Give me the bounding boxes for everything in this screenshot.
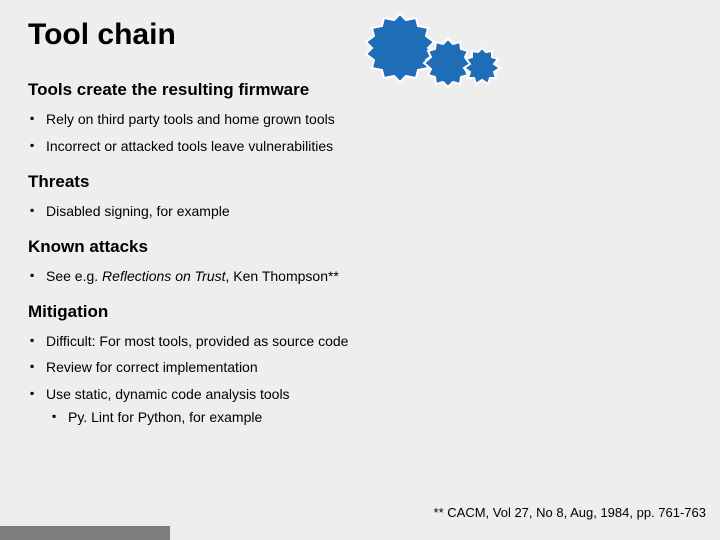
bullet-list: Rely on third party tools and home grown… (28, 106, 692, 160)
bullet-item: Review for correct implementation (28, 354, 692, 381)
footer-bar (0, 526, 170, 540)
section-heading: Known attacks (28, 237, 692, 257)
bullet-item: Incorrect or attacked tools leave vulner… (28, 133, 692, 160)
bullet-list: Difficult: For most tools, provided as s… (28, 328, 692, 434)
bullet-text-post: , Ken Thompson** (226, 268, 339, 284)
bullet-list: Disabled signing, for example (28, 198, 692, 225)
section-heading: Mitigation (28, 302, 692, 322)
section-heading: Threats (28, 172, 692, 192)
slide-title: Tool chain (28, 18, 692, 52)
bullet-item: See e.g. Reflections on Trust, Ken Thomp… (28, 263, 692, 290)
bullet-item: Disabled signing, for example (28, 198, 692, 225)
bullet-item: Difficult: For most tools, provided as s… (28, 328, 692, 355)
bullet-item: Rely on third party tools and home grown… (28, 106, 692, 133)
bullet-text-italic: Reflections on Trust (102, 268, 225, 284)
bullet-list: See e.g. Reflections on Trust, Ken Thomp… (28, 263, 692, 290)
footnote: ** CACM, Vol 27, No 8, Aug, 1984, pp. 76… (434, 505, 706, 520)
sub-bullet-item: Py. Lint for Python, for example (46, 406, 692, 429)
bullet-item: Use static, dynamic code analysis tools … (28, 381, 692, 433)
bullet-text: Use static, dynamic code analysis tools (46, 386, 290, 402)
sub-bullet-list: Py. Lint for Python, for example (46, 406, 692, 429)
bullet-text-pre: See e.g. (46, 268, 102, 284)
slide: Tool chain Tools create the resulting fi… (0, 0, 720, 540)
